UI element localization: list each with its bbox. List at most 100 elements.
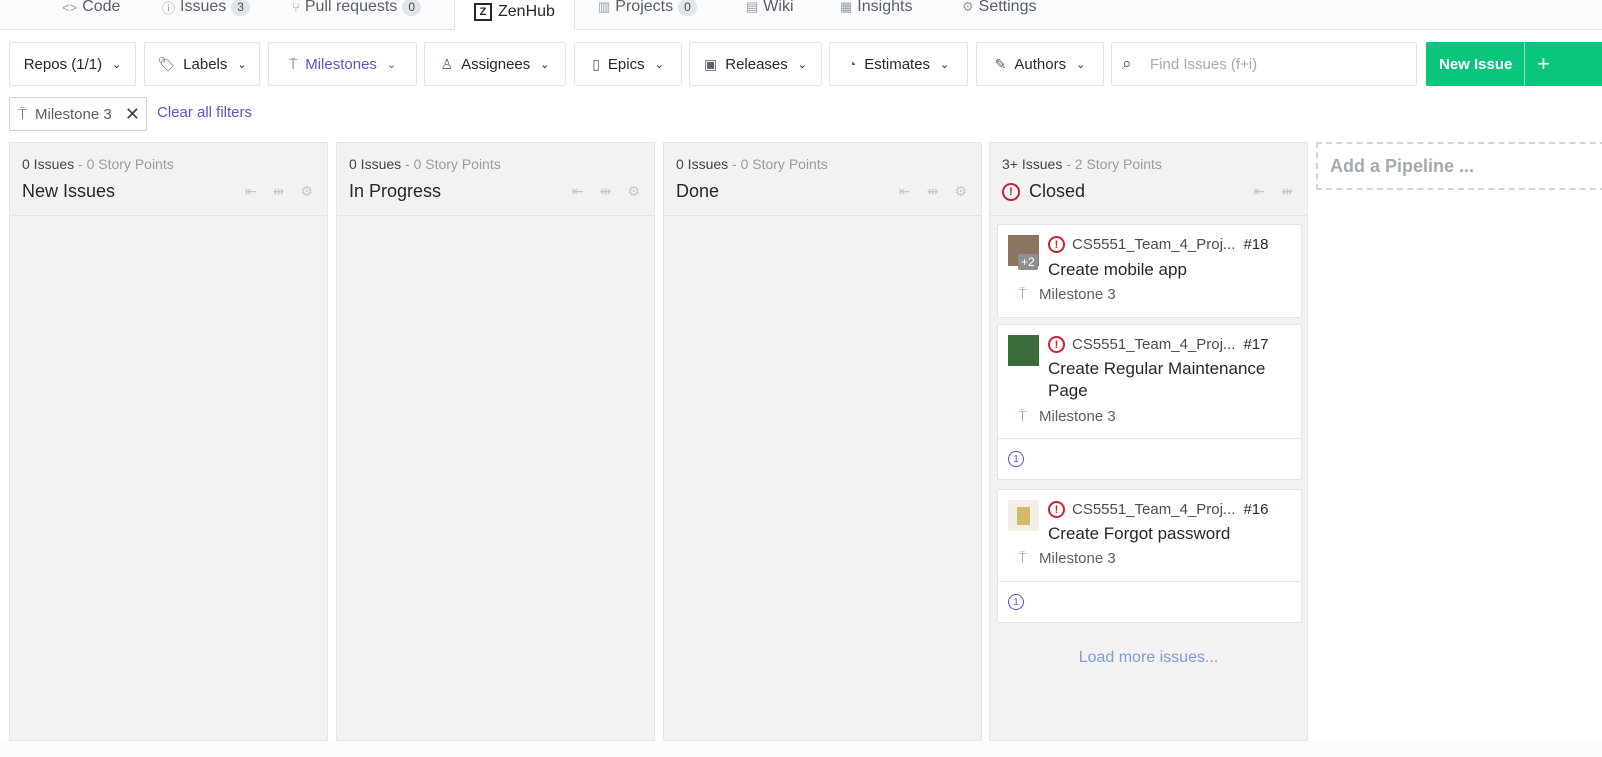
issue-milestone-label: Milestone 3	[1039, 286, 1116, 303]
authors-filter-label: Authors	[1014, 55, 1067, 73]
chevron-down-icon: ⌄	[237, 58, 247, 71]
pencil-icon: ✎	[994, 55, 1007, 72]
issue-title[interactable]: Create Regular Maintenance Page	[1048, 358, 1293, 402]
compress-icon[interactable]: ⇹	[1281, 183, 1293, 200]
estimates-filter-button[interactable]: ◔ Estimates ⌄	[829, 42, 968, 86]
assignees-filter-button[interactable]: ♙ Assignees ⌄	[424, 42, 566, 86]
clear-all-filters-link[interactable]: Clear all filters	[157, 104, 252, 121]
chevron-down-icon: ⌄	[386, 58, 397, 71]
repos-filter-label: Repos (1/1)	[23, 55, 103, 73]
pipeline-tools: ⇤ ⇹ ⚙	[245, 183, 313, 200]
releases-filter-button[interactable]: ▣ Releases ⌄	[689, 42, 822, 86]
labels-filter-button[interactable]: 🏷 Labels ⌄	[144, 42, 260, 86]
labels-filter-label: Labels	[183, 55, 228, 73]
tab-pull-requests[interactable]: ⑂ Pull requests 0	[292, 0, 421, 20]
tab-code[interactable]: <> Code	[62, 0, 120, 20]
pipeline-meta: 0 Issues - 0 Story Points	[676, 156, 828, 172]
estimate-icon: ◔	[847, 56, 857, 72]
issue-repo-name: CS5551_Team_4_Proj...	[1072, 236, 1236, 253]
epics-filter-button[interactable]: ▯ Epics ⌄	[574, 42, 682, 86]
compress-icon[interactable]: ⇹	[600, 183, 612, 200]
milestones-filter-label: Milestones	[305, 55, 377, 73]
tab-wiki-label: Wiki	[763, 0, 794, 15]
estimate-badge[interactable]: 1	[1008, 594, 1024, 610]
tab-insights-label: Insights	[857, 0, 913, 15]
gear-icon[interactable]: ⚙	[954, 183, 967, 200]
pipeline-title: In Progress	[349, 181, 442, 201]
pipeline-meta: 0 Issues - 0 Story Points	[22, 156, 174, 172]
closed-issue-icon: !	[1002, 182, 1020, 201]
tab-pull-requests-label: Pull requests	[304, 0, 398, 15]
tab-insights[interactable]: ▦ Insights	[840, 0, 912, 20]
milestone-icon: ⍑	[1018, 550, 1028, 567]
closed-issue-icon: !	[1048, 336, 1065, 353]
pipeline-title-row: ! Closed	[1002, 181, 1085, 202]
avatar	[1008, 335, 1039, 366]
tab-settings-label: Settings	[978, 0, 1037, 15]
authors-filter-button[interactable]: ✎ Authors ⌄	[976, 42, 1104, 86]
issue-milestone-label: Milestone 3	[1039, 550, 1116, 567]
issue-card[interactable]: ! CS5551_Team_4_Proj... #17 Create Regul…	[997, 324, 1302, 439]
search-input[interactable]	[1148, 54, 1412, 74]
release-icon: ▣	[704, 55, 718, 72]
epic-icon: ▯	[592, 55, 600, 72]
page-footer-strip	[0, 741, 1602, 757]
issue-card[interactable]: ! CS5551_Team_4_Proj... #16 Create Forgo…	[997, 489, 1302, 582]
divider	[10, 215, 327, 216]
issue-number: #17	[1243, 336, 1269, 353]
divider	[337, 215, 654, 216]
repo-nav: <> Code ⓘ Issues 3 ⑂ Pull requests 0 Z Z…	[0, 0, 1602, 30]
issue-card[interactable]: +2 ! CS5551_Team_4_Proj... #18 Create mo…	[997, 224, 1302, 318]
zenhub-logo-icon: Z	[474, 2, 492, 21]
issues-count-badge: 3	[231, 0, 250, 16]
estimate-badge[interactable]: 1	[1008, 451, 1024, 467]
issue-title[interactable]: Create mobile app	[1048, 259, 1293, 281]
gear-icon[interactable]: ⚙	[300, 183, 313, 200]
issue-milestone: ⍑ Milestone 3	[1018, 550, 1116, 567]
load-more-issues-link[interactable]: Load more issues...	[990, 649, 1307, 667]
issue-title[interactable]: Create Forgot password	[1048, 523, 1293, 545]
pipeline-issue-count: 0 Issues	[349, 156, 402, 172]
divider	[990, 215, 1307, 216]
project-icon: ▥	[598, 0, 611, 14]
pipeline-title: New Issues	[22, 181, 116, 201]
pipeline-meta: 0 Issues - 0 Story Points	[349, 156, 501, 172]
pipeline-tools: ⇤ ⇹ ⚙	[899, 183, 967, 200]
collapse-icon[interactable]: ⇤	[245, 183, 257, 200]
tab-wiki[interactable]: ▤ Wiki	[746, 0, 794, 20]
new-issue-button[interactable]: New Issue	[1426, 56, 1524, 73]
tag-icon: 🏷	[157, 55, 176, 72]
chevron-down-icon: ⌄	[1076, 58, 1086, 71]
tab-issues-label: Issues	[180, 0, 227, 15]
tab-settings[interactable]: ⚙ Settings	[962, 0, 1036, 20]
milestones-filter-button[interactable]: ⍑ Milestones ⌄	[268, 42, 417, 86]
chevron-down-icon: ⌄	[797, 58, 807, 71]
add-pipeline-input[interactable]: Add a Pipeline ...	[1316, 142, 1602, 190]
pipeline-issue-count: 0 Issues	[676, 156, 729, 172]
collapse-icon[interactable]: ⇤	[899, 183, 911, 200]
tab-issues[interactable]: ⓘ Issues 3	[162, 0, 250, 20]
pipeline-tools: ⇤ ⇹ ⚙	[572, 183, 640, 200]
estimates-filter-label: Estimates	[864, 55, 931, 73]
assignees-filter-label: Assignees	[461, 55, 531, 73]
repos-filter-button[interactable]: Repos (1/1) ⌄	[9, 42, 136, 86]
gear-icon[interactable]: ⚙	[627, 183, 640, 200]
milestone-icon: ⍑	[1018, 408, 1028, 425]
new-issue-plus-button[interactable]: +	[1524, 42, 1602, 86]
new-issue-button-group: New Issue +	[1426, 42, 1602, 86]
compress-icon[interactable]: ⇹	[927, 183, 939, 200]
divider	[664, 215, 981, 216]
close-icon[interactable]: ✕	[125, 104, 140, 125]
pipeline-closed: 3+ Issues - 2 Story Points ! Closed ⇤ ⇹ …	[989, 142, 1308, 741]
issue-milestone: ⍑ Milestone 3	[1018, 286, 1116, 303]
epics-filter-label: Epics	[607, 55, 645, 73]
tab-zenhub[interactable]: Z ZenHub	[454, 0, 575, 30]
tab-projects[interactable]: ▥ Projects 0	[598, 0, 697, 20]
compress-icon[interactable]: ⇹	[273, 183, 285, 200]
releases-filter-label: Releases	[725, 55, 788, 73]
pipeline-story-points: - 2 Story Points	[1066, 156, 1162, 172]
book-icon: ▤	[746, 0, 759, 14]
collapse-icon[interactable]: ⇤	[572, 183, 584, 200]
collapse-icon[interactable]: ⇤	[1254, 183, 1266, 200]
extra-assignees-badge: +2	[1018, 254, 1038, 270]
